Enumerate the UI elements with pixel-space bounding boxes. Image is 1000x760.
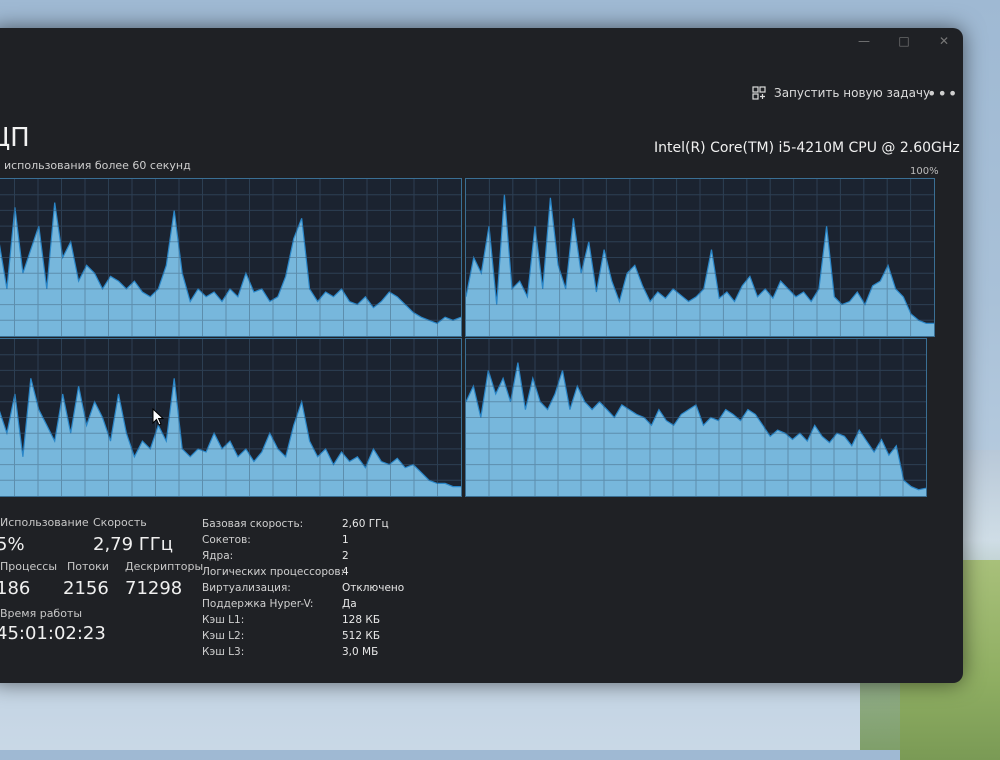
chart-grid-overlay: [466, 339, 926, 496]
prop-value: 3,0 МБ: [342, 646, 379, 658]
run-task-label: Запустить новую задачу: [774, 86, 931, 100]
cpu-graph-core-0: [0, 178, 462, 337]
task-manager-window: — □ ✕ Запустить новую задачу ••• ЦП % ис…: [0, 28, 963, 683]
prop-value: 2,60 ГГц: [342, 518, 389, 530]
prop-value: 4: [342, 566, 349, 578]
run-new-task-button[interactable]: Запустить новую задачу: [752, 86, 930, 100]
threads-label: Потоки: [67, 560, 109, 573]
cpu-usage-chart: [0, 179, 461, 336]
graph-subtitle: % использования более 60 секунд: [0, 159, 191, 172]
cpu-graph-core-2: [0, 338, 462, 497]
processes-value: 186: [0, 578, 31, 599]
mouse-cursor-icon: [152, 408, 164, 426]
cpu-graph-core-3: [465, 338, 927, 497]
prop-name: Ядра:: [202, 550, 234, 562]
window-controls: — □ ✕: [857, 34, 951, 48]
more-options-button[interactable]: •••: [927, 84, 958, 103]
prop-name: Поддержка Hyper-V:: [202, 598, 314, 610]
prop-name: Кэш L1:: [202, 614, 245, 626]
prop-value: 2: [342, 550, 349, 562]
handles-value: 71298: [125, 578, 183, 599]
maximize-button[interactable]: □: [897, 34, 911, 48]
cpu-graph-core-1: [465, 178, 935, 337]
minimize-button[interactable]: —: [857, 34, 871, 48]
prop-name: Сокетов:: [202, 534, 251, 546]
page-title: ЦП: [0, 123, 30, 153]
run-task-icon: [752, 86, 766, 100]
handles-label: Дескрипторы: [125, 560, 204, 573]
uptime-value: 45:01:02:23: [0, 623, 106, 644]
prop-value: 1: [342, 534, 349, 546]
prop-name: Виртуализация:: [202, 582, 291, 594]
cpu-stats-panel: Использование 5% Скорость 2,79 ГГц Проце…: [0, 508, 963, 683]
cpu-usage-chart: [466, 339, 926, 496]
speed-value: 2,79 ГГц: [93, 534, 174, 555]
threads-value: 2156: [63, 578, 109, 599]
processes-label: Процессы: [0, 560, 58, 573]
prop-value: 128 КБ: [342, 614, 381, 626]
cpu-usage-chart: [0, 339, 461, 496]
prop-name: Базовая скорость:: [202, 518, 304, 530]
cpu-usage-chart: [466, 179, 934, 336]
prop-name: Логических процессоров:: [202, 566, 345, 578]
prop-value: Да: [342, 598, 357, 610]
speed-label: Скорость: [93, 516, 147, 529]
prop-name: Кэш L3:: [202, 646, 245, 658]
prop-value: Отключено: [342, 582, 405, 594]
prop-value: 512 КБ: [342, 630, 381, 642]
series-area: [0, 378, 461, 496]
usage-label: Использование: [0, 516, 89, 529]
close-button[interactable]: ✕: [937, 34, 951, 48]
usage-value: 5%: [0, 534, 25, 555]
series-area: [0, 202, 461, 336]
graph-max-label: 100%: [910, 166, 939, 177]
cpu-model-name: Intel(R) Core(TM) i5-4210M CPU @ 2.60GHz: [654, 140, 960, 156]
chart-grid-overlay: [466, 179, 934, 336]
prop-name: Кэш L2:: [202, 630, 245, 642]
uptime-label: Время работы: [0, 607, 83, 620]
